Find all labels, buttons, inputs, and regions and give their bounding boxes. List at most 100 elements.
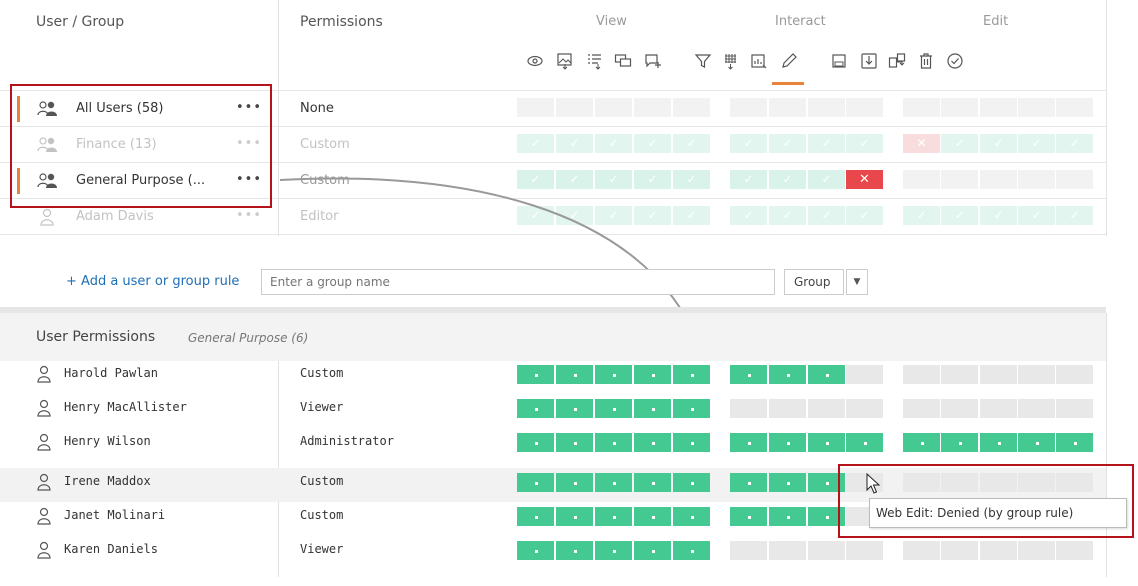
- permission-cell[interactable]: [634, 507, 671, 526]
- permission-cell[interactable]: [634, 98, 671, 117]
- permission-cell[interactable]: [673, 433, 710, 452]
- permission-cell[interactable]: [808, 399, 845, 418]
- permission-cell[interactable]: [903, 399, 940, 418]
- permission-cell[interactable]: [556, 399, 593, 418]
- permission-cell[interactable]: [730, 399, 767, 418]
- add-rule-link[interactable]: + Add a user or group rule: [66, 274, 239, 289]
- permission-cell[interactable]: [556, 507, 593, 526]
- permission-cell[interactable]: [595, 433, 632, 452]
- permission-cell[interactable]: [556, 473, 593, 492]
- permission-cell[interactable]: [941, 399, 978, 418]
- permission-cell[interactable]: ✓: [730, 134, 767, 153]
- permission-cell[interactable]: [769, 399, 806, 418]
- permission-cell[interactable]: ✓: [903, 206, 940, 225]
- permission-cell[interactable]: [980, 399, 1017, 418]
- permission-cell[interactable]: [595, 473, 632, 492]
- permission-cell[interactable]: ✓: [769, 134, 806, 153]
- permission-cell[interactable]: [941, 98, 978, 117]
- rule-type-select[interactable]: Group: [784, 269, 844, 295]
- permission-cell[interactable]: ✓: [941, 206, 978, 225]
- permission-cell[interactable]: [595, 507, 632, 526]
- permission-cell[interactable]: [634, 473, 671, 492]
- permission-cell[interactable]: [517, 507, 554, 526]
- permission-cell[interactable]: [517, 433, 554, 452]
- permission-cell[interactable]: [808, 98, 845, 117]
- permission-cell[interactable]: [634, 433, 671, 452]
- permission-cell[interactable]: ✓: [517, 134, 554, 153]
- permission-cell[interactable]: ✓: [769, 206, 806, 225]
- permission-cell[interactable]: [1018, 365, 1055, 384]
- permission-cell[interactable]: ✓: [1056, 134, 1093, 153]
- permission-cell[interactable]: [730, 507, 767, 526]
- permission-cell[interactable]: [769, 433, 806, 452]
- permission-cell[interactable]: ✓: [1018, 206, 1055, 225]
- permission-cell[interactable]: [808, 541, 845, 560]
- permission-cell[interactable]: [1056, 98, 1093, 117]
- permission-cell[interactable]: [1056, 433, 1093, 452]
- permission-cell[interactable]: [634, 541, 671, 560]
- permission-cell[interactable]: ✓: [769, 170, 806, 189]
- permission-cell[interactable]: [673, 98, 710, 117]
- permission-cell[interactable]: [595, 98, 632, 117]
- permission-cell[interactable]: [769, 541, 806, 560]
- permission-cell[interactable]: [769, 473, 806, 492]
- group-name-input[interactable]: [261, 269, 775, 295]
- permission-cell[interactable]: ✓: [1018, 134, 1055, 153]
- permission-cell[interactable]: [634, 399, 671, 418]
- permission-cell[interactable]: [846, 399, 883, 418]
- permission-cell[interactable]: ✓: [1056, 206, 1093, 225]
- permission-cell[interactable]: ✓: [595, 134, 632, 153]
- permission-cell[interactable]: [673, 399, 710, 418]
- permission-cell[interactable]: [1018, 541, 1055, 560]
- permission-cell[interactable]: [517, 541, 554, 560]
- permission-cell[interactable]: [673, 473, 710, 492]
- permission-cell[interactable]: [634, 365, 671, 384]
- permission-cell[interactable]: ✓: [808, 170, 845, 189]
- permission-cell[interactable]: [903, 365, 940, 384]
- permission-cell[interactable]: [1056, 399, 1093, 418]
- permission-cell[interactable]: ✓: [941, 134, 978, 153]
- permission-cell[interactable]: [846, 98, 883, 117]
- permission-cell[interactable]: [556, 365, 593, 384]
- permission-cell[interactable]: [903, 541, 940, 560]
- permission-cell[interactable]: [517, 473, 554, 492]
- permission-cell[interactable]: [980, 433, 1017, 452]
- permission-cell[interactable]: [1018, 399, 1055, 418]
- permission-cell[interactable]: [941, 433, 978, 452]
- more-options-button[interactable]: •••: [236, 208, 262, 223]
- permission-cell[interactable]: [903, 170, 940, 189]
- permission-cell[interactable]: [673, 541, 710, 560]
- permission-cell[interactable]: [730, 365, 767, 384]
- permission-cell[interactable]: [730, 541, 767, 560]
- permission-cell[interactable]: [556, 541, 593, 560]
- permission-cell[interactable]: [673, 365, 710, 384]
- permission-cell[interactable]: ✓: [556, 134, 593, 153]
- permission-cell[interactable]: ✓: [808, 206, 845, 225]
- permission-cell[interactable]: [730, 433, 767, 452]
- permission-cell[interactable]: ✓: [673, 134, 710, 153]
- permission-cell[interactable]: [980, 365, 1017, 384]
- permission-cell[interactable]: [941, 170, 978, 189]
- permission-cell[interactable]: [1018, 170, 1055, 189]
- permission-cell[interactable]: [769, 365, 806, 384]
- permission-cell[interactable]: [595, 399, 632, 418]
- permission-cell[interactable]: [1018, 433, 1055, 452]
- permission-cell[interactable]: [730, 98, 767, 117]
- chevron-down-icon[interactable]: ▼: [846, 269, 868, 295]
- permission-cell[interactable]: [517, 98, 554, 117]
- permission-cell[interactable]: [980, 98, 1017, 117]
- permission-cell[interactable]: [1056, 541, 1093, 560]
- permission-cell[interactable]: [595, 541, 632, 560]
- permission-cell[interactable]: [730, 473, 767, 492]
- permission-cell[interactable]: [769, 98, 806, 117]
- permission-cell[interactable]: [517, 399, 554, 418]
- permission-cell[interactable]: ✕: [903, 134, 940, 153]
- permission-cell[interactable]: [903, 433, 940, 452]
- permission-cell[interactable]: ✕: [846, 170, 883, 189]
- permission-cell[interactable]: [903, 98, 940, 117]
- permission-cell[interactable]: [808, 365, 845, 384]
- permission-cell[interactable]: [1018, 98, 1055, 117]
- permission-cell[interactable]: ✓: [846, 134, 883, 153]
- permission-cell[interactable]: [556, 433, 593, 452]
- permission-cell[interactable]: [846, 433, 883, 452]
